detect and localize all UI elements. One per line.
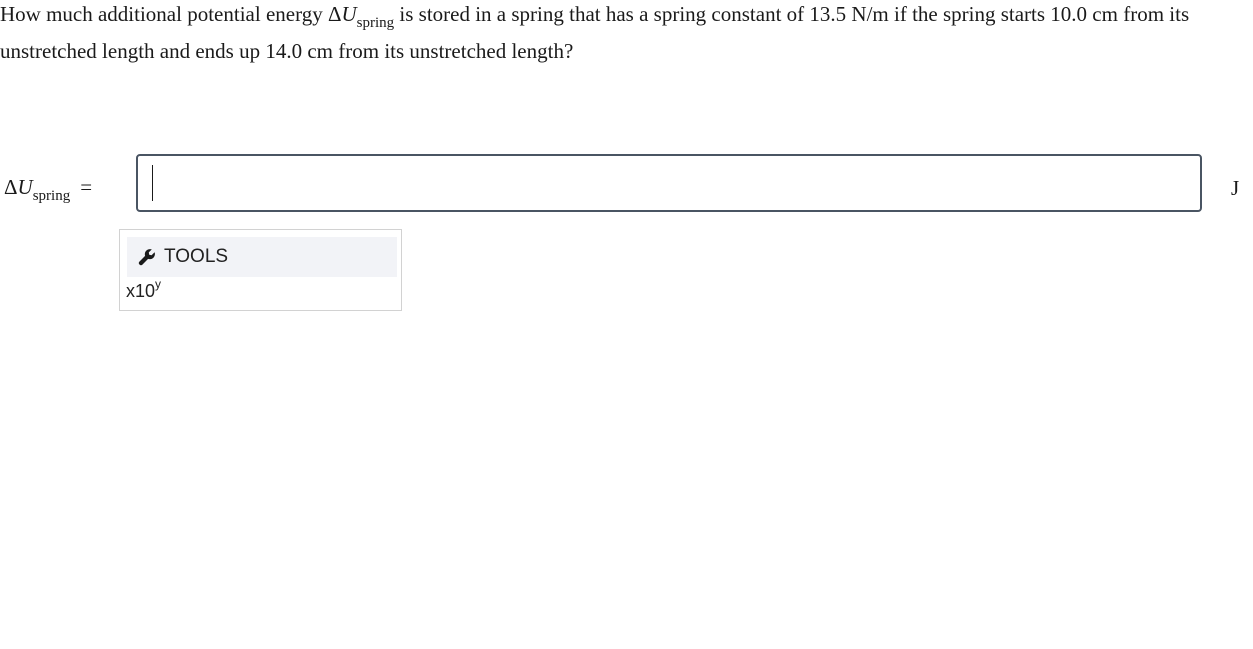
tools-panel: TOOLS x10y	[119, 229, 402, 311]
wrench-icon	[138, 248, 156, 266]
scientific-notation-button[interactable]: x10y	[126, 278, 161, 304]
question-variable-subscript: spring	[356, 15, 395, 31]
answer-label: ΔUspring =	[4, 172, 93, 204]
unit-label: J	[1231, 176, 1240, 200]
answer-variable-subscript: spring	[32, 188, 71, 204]
tools-toggle-button[interactable]: TOOLS	[127, 237, 397, 277]
answer-input[interactable]	[136, 154, 1202, 212]
question-text: How much additional potential energy ΔUs…	[0, 0, 1240, 70]
answer-delta-symbol: Δ	[4, 175, 18, 199]
answer-variable: U	[17, 175, 33, 199]
text-cursor	[152, 165, 153, 201]
equals-sign: =	[80, 175, 93, 199]
tools-header-label: TOOLS	[164, 246, 229, 267]
question-text-part1: How much additional potential energy	[0, 2, 328, 26]
question-variable: U	[341, 2, 357, 26]
question-delta-symbol: Δ	[327, 2, 342, 26]
sci-notation-exponent: y	[155, 277, 162, 291]
sci-notation-base: x10	[126, 281, 156, 301]
